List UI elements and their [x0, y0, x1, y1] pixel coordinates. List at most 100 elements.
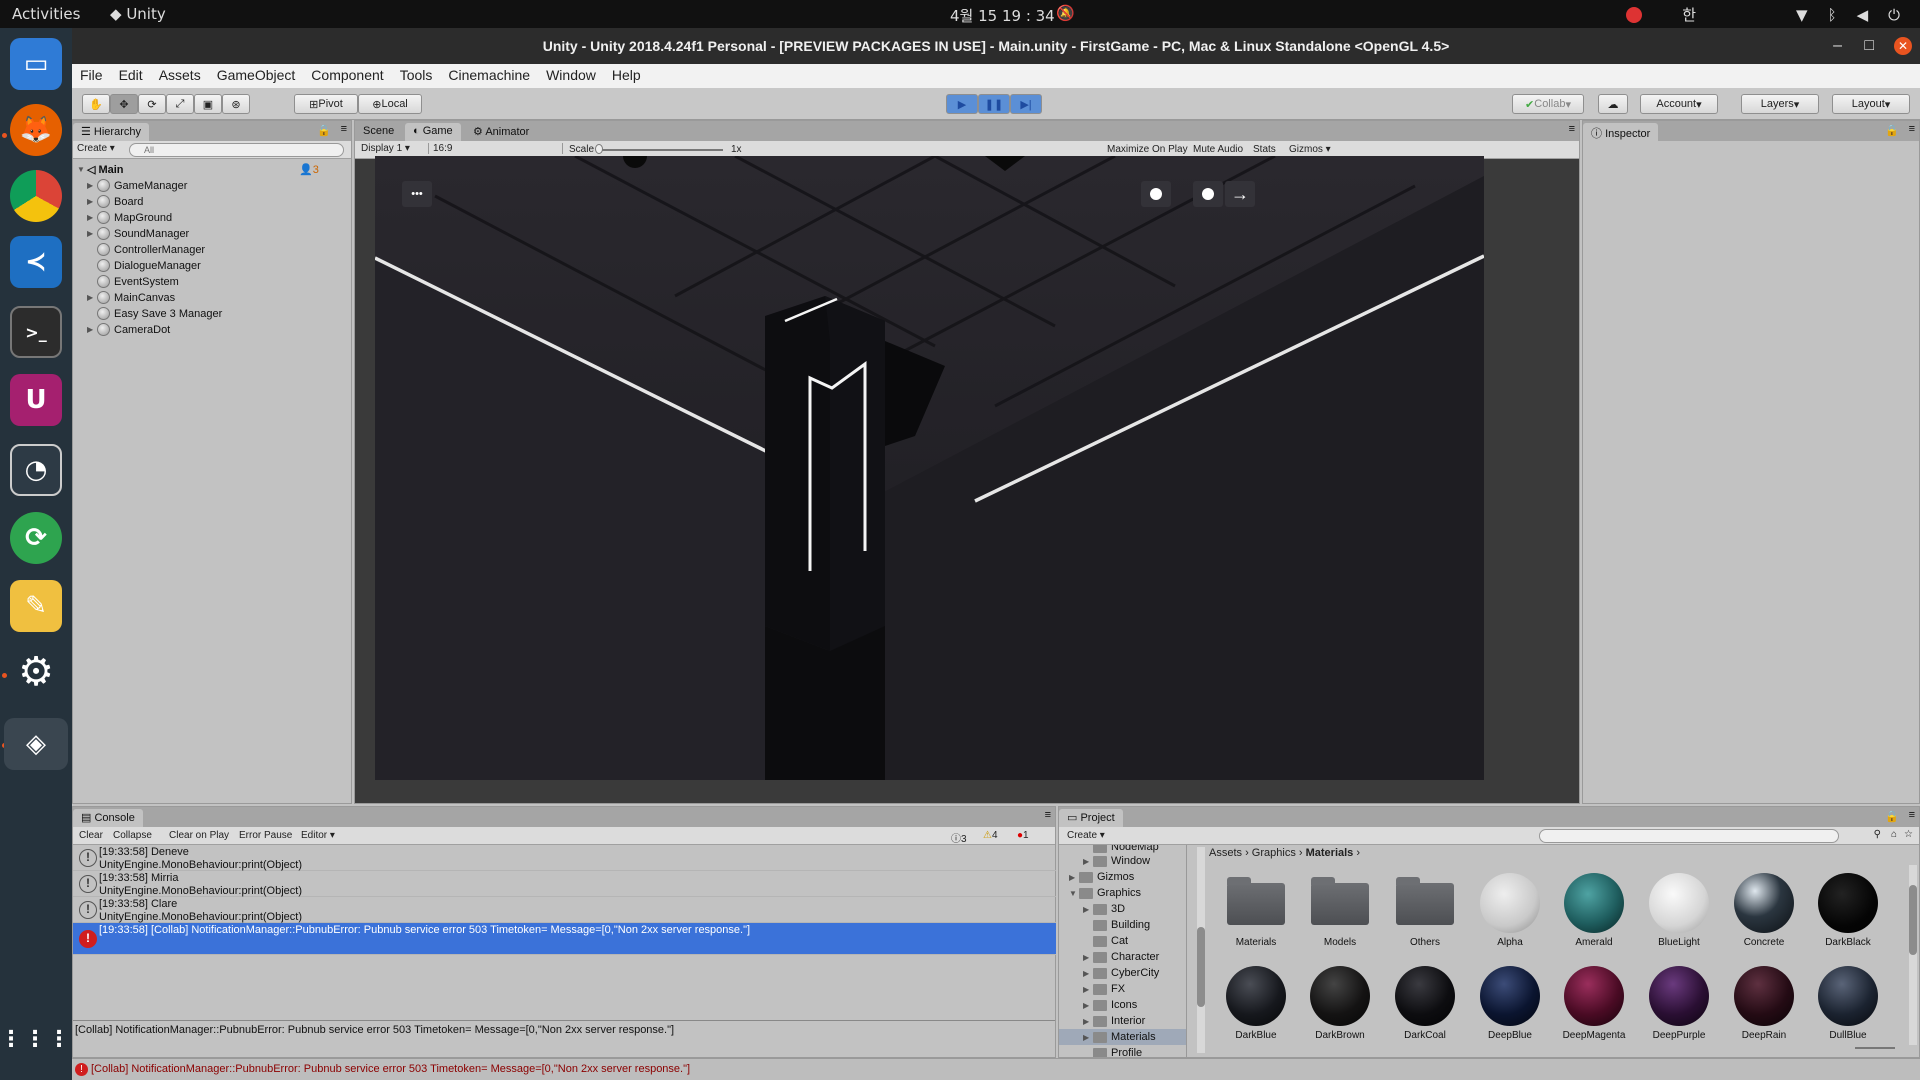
menu-gameobject[interactable]: GameObject — [209, 64, 304, 88]
scene-root-main[interactable]: ▼ ◁ Main — [77, 163, 124, 177]
hand-tool-button[interactable]: ✋ — [82, 94, 110, 114]
files-icon[interactable]: ▭ — [10, 38, 62, 90]
minimize-button[interactable]: – — [1833, 28, 1842, 64]
firefox-icon[interactable]: 🦊 — [10, 104, 62, 156]
game-menu-button[interactable]: ••• — [402, 181, 432, 207]
screenshot-tool-icon[interactable]: ◔ — [10, 444, 62, 496]
do-not-disturb-icon[interactable] — [1626, 6, 1643, 23]
expand-arrow-icon[interactable]: ▶ — [87, 197, 97, 206]
console-detail-divider[interactable] — [73, 1020, 1055, 1021]
display-dropdown[interactable]: Display 1 ▾ — [361, 143, 429, 154]
aspect-dropdown[interactable]: 16:9 — [433, 143, 563, 154]
console-entry-selected[interactable]: ! [19:33:58] [Collab] NotificationManager… — [73, 923, 1056, 955]
transform-tool-button[interactable]: ⊛ — [222, 94, 250, 114]
hierarchy-item-controllermanager[interactable]: ControllerManager — [87, 243, 205, 256]
collab-user-icon[interactable]: 👤3 — [299, 163, 319, 176]
asset-folder-others[interactable]: Others — [1390, 873, 1460, 949]
material-deeppurple[interactable]: DeepPurple — [1644, 966, 1714, 1042]
layers-dropdown[interactable]: Layers ▾ — [1741, 94, 1819, 114]
expand-arrow-icon[interactable]: ▶ — [1069, 873, 1079, 882]
update-icon[interactable]: ⟳ — [10, 512, 62, 564]
material-dullblue[interactable]: DullBlue — [1813, 966, 1883, 1042]
tree-folder[interactable]: ▶ Window — [1083, 853, 1150, 869]
thumbnail-size-slider[interactable] — [1855, 1047, 1895, 1049]
mute-audio-toggle[interactable]: Mute Audio — [1193, 144, 1243, 155]
menu-edit[interactable]: Edit — [111, 64, 151, 88]
panel-menu-icon[interactable]: ≡ — [341, 123, 347, 135]
asset-scrollbar[interactable] — [1909, 865, 1917, 1045]
lock-icon[interactable]: 🔒 — [1885, 124, 1899, 137]
clear-button[interactable]: Clear — [79, 830, 103, 841]
activities-button[interactable]: Activities — [12, 5, 80, 23]
console-detail-text[interactable]: [Collab] NotificationManager::PubnubErro… — [75, 1024, 674, 1036]
expand-arrow-icon[interactable]: ▶ — [87, 325, 97, 334]
gizmos-dropdown[interactable]: Gizmos ▾ — [1289, 144, 1331, 155]
pivot-toggle[interactable]: ⊞ Pivot — [294, 94, 358, 114]
tab-scene[interactable]: Scene — [355, 123, 402, 141]
menu-cinemachine[interactable]: Cinemachine — [440, 64, 538, 88]
console-entry[interactable]: ! [19:33:58] Deneve UnityEngine.MonoBehavi… — [73, 845, 1056, 871]
expand-arrow-icon[interactable]: ▶ — [87, 229, 97, 238]
panel-menu-icon[interactable]: ≡ — [1909, 123, 1915, 135]
cloud-button[interactable]: ☁ — [1598, 94, 1628, 114]
error-pause-toggle[interactable]: Error Pause — [239, 830, 292, 841]
scale-slider[interactable] — [597, 149, 723, 151]
chrome-icon[interactable] — [10, 170, 62, 222]
expand-arrow-icon[interactable]: ▶ — [87, 213, 97, 222]
asset-folder-materials[interactable]: Materials — [1221, 873, 1291, 949]
expand-arrow-icon[interactable]: ▶ — [1083, 1033, 1093, 1042]
material-darkcoal[interactable]: DarkCoal — [1390, 966, 1460, 1042]
expand-arrow-icon[interactable]: ▼ — [1069, 889, 1079, 898]
hierarchy-item-cameradot[interactable]: ▶ CameraDot — [87, 323, 170, 336]
panel-menu-icon[interactable]: ≡ — [1909, 809, 1915, 821]
create-dropdown[interactable]: Create ▾ — [77, 143, 115, 154]
bluetooth-icon[interactable]: ᛒ — [1828, 6, 1837, 24]
hierarchy-item-mapground[interactable]: ▶ MapGround — [87, 211, 172, 224]
expand-arrow-icon[interactable]: ▶ — [1083, 905, 1093, 914]
filter-by-label-icon[interactable]: ⌂ — [1891, 829, 1897, 840]
game-view-render[interactable]: ••• → — [375, 156, 1484, 780]
material-deepblue[interactable]: DeepBlue — [1475, 966, 1545, 1042]
favorite-star-icon[interactable]: ☆ — [1904, 829, 1913, 840]
pause-button[interactable]: ❚❚ — [978, 94, 1010, 114]
panel-menu-icon[interactable]: ≡ — [1045, 809, 1051, 821]
tree-folder[interactable]: Profile — [1083, 1045, 1142, 1057]
panel-menu-icon[interactable]: ≡ — [1569, 123, 1575, 135]
breadcrumb-materials[interactable]: Materials — [1306, 847, 1354, 859]
play-button[interactable]: ▶ — [946, 94, 978, 114]
expand-arrow-icon[interactable]: ▼ — [77, 165, 87, 174]
warning-count-toggle[interactable]: ⚠4 — [983, 830, 998, 841]
tab-inspector[interactable]: ⓘ Inspector — [1583, 123, 1659, 141]
menu-assets[interactable]: Assets — [151, 64, 209, 88]
tree-folder[interactable]: ▶ Interior — [1083, 1013, 1145, 1029]
game-indicator-dot[interactable] — [1141, 181, 1171, 207]
unity-icon[interactable]: ◈ — [4, 718, 68, 770]
tab-animator[interactable]: ⚙ Animator — [465, 123, 537, 141]
tree-folder[interactable]: Cat — [1083, 933, 1128, 949]
hierarchy-item-gamemanager[interactable]: ▶ GameManager — [87, 179, 187, 192]
hierarchy-search-input[interactable] — [129, 143, 344, 157]
tree-folder[interactable]: ▶ FX — [1083, 981, 1125, 997]
expand-arrow-icon[interactable]: ▶ — [1083, 1001, 1093, 1010]
hierarchy-item-soundmanager[interactable]: ▶ SoundManager — [87, 227, 189, 240]
create-dropdown[interactable]: Create ▾ — [1067, 830, 1105, 841]
breadcrumb-graphics[interactable]: Graphics — [1252, 847, 1296, 859]
info-count-toggle[interactable]: ⓘ3 — [951, 830, 967, 845]
material-bluelight[interactable]: BlueLight — [1644, 873, 1714, 949]
stats-toggle[interactable]: Stats — [1253, 144, 1276, 155]
app-menu[interactable]: ◆ Unity — [110, 5, 166, 23]
menu-tools[interactable]: Tools — [392, 64, 441, 88]
error-count-toggle[interactable]: ●1 — [1017, 830, 1029, 841]
console-entry[interactable]: ! [19:33:58] Mirria UnityEngine.MonoBehavi… — [73, 871, 1056, 897]
menu-component[interactable]: Component — [303, 64, 391, 88]
menu-window[interactable]: Window — [538, 64, 604, 88]
tree-folder[interactable]: ▶ Icons — [1083, 997, 1137, 1013]
layout-dropdown[interactable]: Layout ▾ — [1832, 94, 1910, 114]
hierarchy-item-easysave[interactable]: Easy Save 3 Manager — [87, 307, 222, 320]
game-next-button[interactable]: → — [1225, 181, 1255, 207]
input-language[interactable]: 한 — [1682, 4, 1696, 25]
expand-arrow-icon[interactable]: ▶ — [87, 293, 97, 302]
status-bar[interactable]: ! [Collab] NotificationManager::PubnubErr… — [72, 1058, 1920, 1080]
system-tray[interactable]: 한 ▼ ᛒ ◀ ⏻ — [1626, 4, 1900, 25]
window-titlebar[interactable]: Unity - Unity 2018.4.24f1 Personal - [PR… — [72, 28, 1920, 64]
